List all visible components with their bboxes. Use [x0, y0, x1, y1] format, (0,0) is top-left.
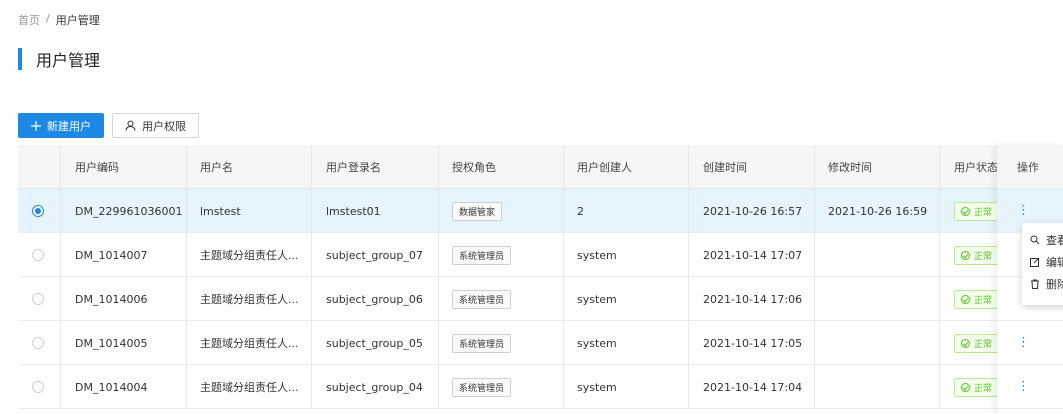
page-header: 用户管理 [18, 47, 100, 71]
trash-icon [1030, 279, 1040, 289]
cell-user-code: DM_1014006 [75, 292, 148, 306]
table-row[interactable]: DM_229961036001 lmstest lmstest01 数据管家 2… [18, 189, 1063, 233]
role-tag: 数据管家 [452, 201, 503, 221]
cell-login-name: subject_group_04 [326, 380, 423, 394]
cell-modified-time: 2021-10-26 16:59 [828, 204, 928, 218]
cell-user-code: DM_1014004 [75, 380, 148, 394]
table-row[interactable]: DM_1014006 主题域分组责任人... subject_group_06 … [18, 277, 1063, 321]
header-creator[interactable]: 用户创建人 [577, 145, 632, 189]
status-badge: 正常 [954, 201, 1000, 221]
status-badge: 正常 [954, 333, 1000, 353]
cell-login-name: subject_group_05 [326, 336, 423, 350]
header-modified-time[interactable]: 修改时间 [828, 145, 872, 189]
cell-login-name: subject_group_06 [326, 292, 423, 306]
breadcrumb-current: 用户管理 [55, 14, 100, 27]
role-tag: 系统管理员 [452, 377, 512, 397]
status-badge: 正常 [954, 289, 1000, 309]
header-created-time[interactable]: 创建时间 [703, 145, 747, 189]
page-title: 用户管理 [36, 51, 101, 70]
new-user-label: 新建用户 [47, 119, 91, 133]
check-circle-icon [961, 250, 970, 260]
role-tag: 系统管理员 [452, 245, 512, 265]
breadcrumb: 首页 / 用户管理 [18, 12, 100, 28]
cell-user-name: 主题域分组责任人... [200, 337, 299, 350]
plus-icon [31, 120, 41, 131]
table-row[interactable]: DM_1014004 主题域分组责任人... subject_group_04 … [18, 365, 1063, 409]
status-badge: 正常 [954, 245, 1000, 265]
header-status[interactable]: 用户状态 [954, 145, 998, 189]
new-user-button[interactable]: 新建用户 [18, 113, 104, 138]
breadcrumb-home[interactable]: 首页 [18, 12, 40, 28]
check-circle-icon [961, 294, 970, 304]
cell-created-time: 2021-10-26 16:57 [703, 204, 803, 218]
table-header-row: 用户编码 用户名 用户登录名 授权角色 用户创建人 创建时间 修改时间 用户状态 [18, 145, 1063, 189]
status-badge: 正常 [954, 377, 1000, 397]
cell-creator: system [577, 292, 617, 306]
more-vertical-icon[interactable]: ⋮ [1017, 204, 1030, 217]
menu-item-edit[interactable]: 编辑 [1022, 251, 1063, 273]
title-accent-bar [18, 48, 22, 70]
menu-item-view[interactable]: 查看 [1022, 229, 1063, 251]
header-user-name[interactable]: 用户名 [200, 145, 233, 189]
menu-item-delete[interactable]: 删除 [1022, 273, 1063, 295]
edit-icon [1030, 257, 1040, 267]
cell-created-time: 2021-10-14 17:05 [703, 336, 803, 350]
header-user-code[interactable]: 用户编码 [75, 145, 119, 189]
more-vertical-icon[interactable]: ⋮ [1017, 336, 1030, 349]
row-radio[interactable] [32, 337, 44, 349]
cell-user-name: 主题域分组责任人... [200, 249, 299, 262]
role-tag: 系统管理员 [452, 333, 512, 353]
cell-creator: system [577, 380, 617, 394]
search-icon [1030, 235, 1040, 245]
cell-login-name: lmstest01 [326, 204, 381, 218]
more-vertical-icon[interactable]: ⋮ [1017, 380, 1030, 393]
row-radio[interactable] [32, 381, 44, 393]
user-permissions-label: 用户权限 [142, 119, 186, 133]
toolbar: 新建用户 用户权限 [18, 113, 199, 138]
breadcrumb-separator: / [46, 12, 50, 25]
row-action-menu: 查看 编辑 删除 [1022, 223, 1063, 305]
user-permissions-button[interactable]: 用户权限 [112, 113, 199, 138]
cell-user-code: DM_1014005 [75, 336, 148, 350]
cell-creator: system [577, 336, 617, 350]
check-circle-icon [961, 382, 970, 392]
cell-user-name: 主题域分组责任人... [200, 293, 299, 306]
cell-created-time: 2021-10-14 17:04 [703, 380, 803, 394]
header-operation: 操作 [997, 145, 1063, 189]
cell-login-name: subject_group_07 [326, 248, 423, 262]
cell-user-code: DM_1014007 [75, 248, 148, 262]
row-radio[interactable] [32, 293, 44, 305]
role-tag: 系统管理员 [452, 289, 512, 309]
header-role[interactable]: 授权角色 [452, 145, 496, 189]
cell-created-time: 2021-10-14 17:06 [703, 292, 803, 306]
user-icon [125, 120, 136, 131]
cell-creator: 2 [577, 204, 584, 218]
cell-user-name: 主题域分组责任人... [200, 381, 299, 394]
check-circle-icon [961, 206, 970, 216]
cell-user-name: lmstest [200, 204, 241, 218]
header-login-name[interactable]: 用户登录名 [326, 145, 381, 189]
check-circle-icon [961, 338, 970, 348]
row-radio[interactable] [32, 205, 44, 217]
table-row[interactable]: DM_1014005 主题域分组责任人... subject_group_05 … [18, 321, 1063, 365]
cell-created-time: 2021-10-14 17:07 [703, 248, 803, 262]
row-radio[interactable] [32, 249, 44, 261]
cell-user-code: DM_229961036001 [75, 204, 183, 218]
cell-creator: system [577, 248, 617, 262]
table-row[interactable]: DM_1014007 主题域分组责任人... subject_group_07 … [18, 233, 1063, 277]
